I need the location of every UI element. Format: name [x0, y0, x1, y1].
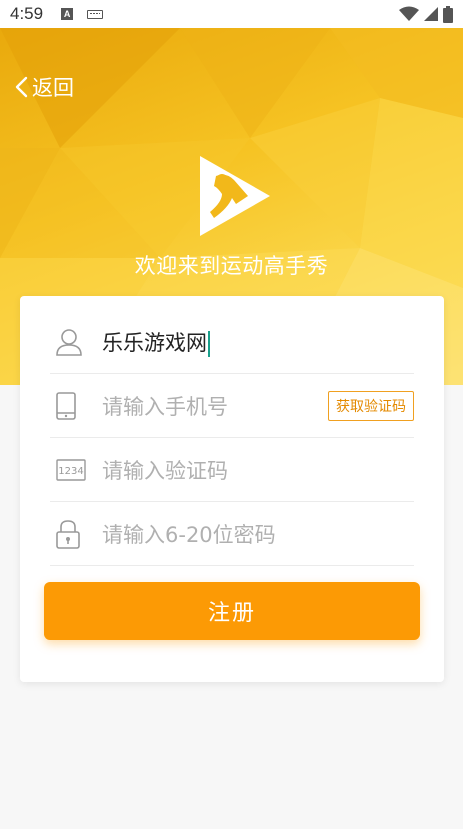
status-time: 4:59	[10, 4, 44, 23]
username-row: 乐乐游戏网	[50, 310, 414, 374]
username-input[interactable]: 乐乐游戏网	[90, 327, 414, 357]
notification-icon: A	[61, 8, 74, 20]
signal-icon	[424, 7, 438, 21]
user-icon	[50, 328, 90, 356]
phone-icon	[50, 391, 90, 420]
register-button[interactable]: 注册	[44, 582, 420, 640]
back-button[interactable]: 返回	[14, 72, 74, 102]
app-logo-icon	[200, 156, 270, 236]
status-icons	[399, 5, 453, 23]
wifi-icon	[399, 6, 419, 21]
username-value: 乐乐游戏网	[102, 330, 207, 355]
code-1234-icon: 1234	[50, 458, 90, 481]
register-card: 乐乐游戏网 请输入手机号 获取验证码 1234 请输入验证码 请输入6-20位密…	[20, 296, 444, 682]
verify-code-input[interactable]: 请输入验证码	[90, 455, 414, 485]
phone-input[interactable]: 请输入手机号	[90, 391, 328, 421]
svg-text:1234: 1234	[58, 466, 83, 477]
welcome-text: 欢迎来到运动高手秀	[134, 254, 329, 278]
back-label: 返回	[32, 76, 74, 100]
phone-row: 请输入手机号 获取验证码	[50, 374, 414, 438]
status-bar: 4:59 A	[0, 0, 463, 28]
battery-icon	[443, 5, 453, 23]
password-row: 请输入6-20位密码	[50, 502, 414, 566]
text-cursor	[208, 330, 210, 357]
verify-code-row: 1234 请输入验证码	[50, 438, 414, 502]
password-input[interactable]: 请输入6-20位密码	[90, 519, 414, 549]
lock-icon	[50, 519, 90, 549]
get-code-button[interactable]: 获取验证码	[328, 390, 414, 421]
back-chevron-icon	[15, 76, 28, 98]
keyboard-icon	[87, 9, 104, 19]
